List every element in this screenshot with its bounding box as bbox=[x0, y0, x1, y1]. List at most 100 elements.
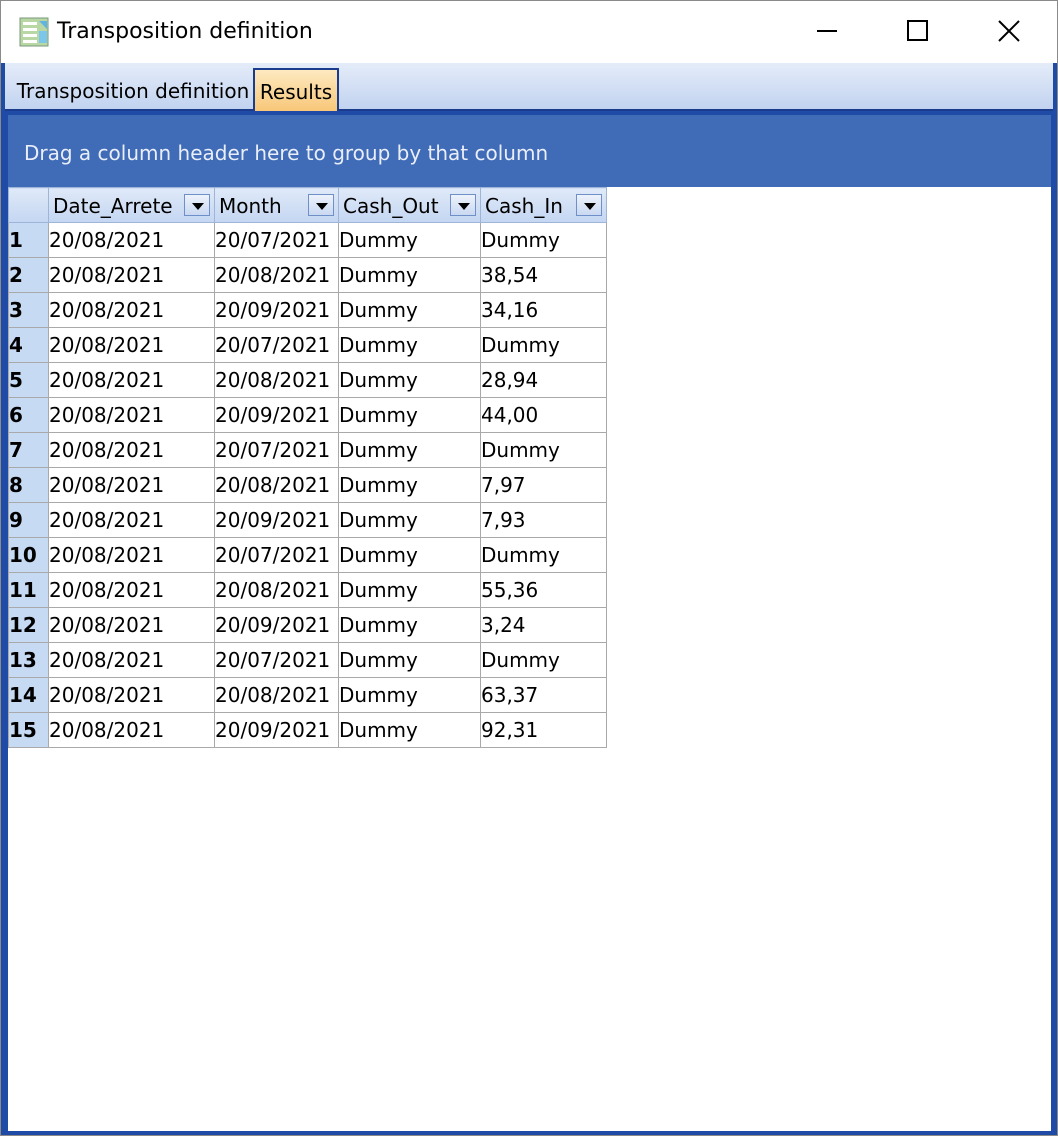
row-number[interactable]: 11 bbox=[8, 572, 49, 608]
table-cell[interactable]: 7,93 bbox=[480, 502, 607, 538]
table-cell[interactable]: 20/09/2021 bbox=[214, 292, 339, 328]
row-number[interactable]: 5 bbox=[8, 362, 49, 398]
row-number[interactable]: 8 bbox=[8, 467, 49, 503]
table-cell[interactable]: 28,94 bbox=[480, 362, 607, 398]
table-cell[interactable]: 34,16 bbox=[480, 292, 607, 328]
tab-transposition-definition[interactable]: Transposition definition bbox=[15, 71, 251, 111]
table-cell[interactable]: Dummy bbox=[338, 222, 481, 258]
table-cell[interactable]: 20/08/2021 bbox=[48, 712, 215, 748]
grid-corner[interactable] bbox=[8, 187, 49, 223]
table-cell[interactable]: 20/08/2021 bbox=[48, 572, 215, 608]
table-row[interactable]: 3 20/08/2021 20/09/2021 Dummy 34,16 bbox=[8, 292, 607, 328]
tab-results[interactable]: Results bbox=[253, 68, 339, 111]
table-row[interactable]: 2 20/08/2021 20/08/2021 Dummy 38,54 bbox=[8, 257, 607, 293]
chevron-down-icon[interactable] bbox=[450, 194, 476, 216]
table-cell[interactable]: Dummy bbox=[480, 432, 607, 468]
table-cell[interactable]: 20/08/2021 bbox=[48, 642, 215, 678]
row-number[interactable]: 12 bbox=[8, 607, 49, 643]
table-cell[interactable]: 20/08/2021 bbox=[48, 677, 215, 713]
table-cell[interactable]: Dummy bbox=[480, 537, 607, 573]
table-cell[interactable]: 20/08/2021 bbox=[48, 607, 215, 643]
table-cell[interactable]: 92,31 bbox=[480, 712, 607, 748]
table-cell[interactable]: 20/09/2021 bbox=[214, 397, 339, 433]
table-cell[interactable]: 55,36 bbox=[480, 572, 607, 608]
table-cell[interactable]: Dummy bbox=[338, 257, 481, 293]
row-number[interactable]: 15 bbox=[8, 712, 49, 748]
row-number[interactable]: 4 bbox=[8, 327, 49, 363]
column-header-date-arrete[interactable]: Date_Arrete bbox=[48, 187, 215, 223]
row-number[interactable]: 9 bbox=[8, 502, 49, 538]
table-cell[interactable]: Dummy bbox=[338, 572, 481, 608]
chevron-down-icon[interactable] bbox=[576, 194, 602, 216]
table-cell[interactable]: Dummy bbox=[338, 432, 481, 468]
table-cell[interactable]: 7,97 bbox=[480, 467, 607, 503]
table-cell[interactable]: 20/09/2021 bbox=[214, 607, 339, 643]
table-row[interactable]: 1 20/08/2021 20/07/2021 Dummy Dummy bbox=[8, 222, 607, 258]
chevron-down-icon[interactable] bbox=[308, 194, 334, 216]
table-cell[interactable]: Dummy bbox=[338, 607, 481, 643]
table-cell[interactable]: 20/08/2021 bbox=[48, 432, 215, 468]
column-header-month[interactable]: Month bbox=[214, 187, 339, 223]
row-number[interactable]: 7 bbox=[8, 432, 49, 468]
table-cell[interactable]: 20/08/2021 bbox=[214, 362, 339, 398]
table-cell[interactable]: Dummy bbox=[338, 677, 481, 713]
column-header-cash-in[interactable]: Cash_In bbox=[480, 187, 607, 223]
table-cell[interactable]: Dummy bbox=[338, 292, 481, 328]
table-cell[interactable]: 20/08/2021 bbox=[48, 292, 215, 328]
table-row[interactable]: 9 20/08/2021 20/09/2021 Dummy 7,93 bbox=[8, 502, 607, 538]
table-row[interactable]: 5 20/08/2021 20/08/2021 Dummy 28,94 bbox=[8, 362, 607, 398]
table-cell[interactable]: Dummy bbox=[480, 642, 607, 678]
table-cell[interactable]: Dummy bbox=[338, 362, 481, 398]
table-cell[interactable]: 20/08/2021 bbox=[48, 467, 215, 503]
table-cell[interactable]: 20/08/2021 bbox=[214, 257, 339, 293]
chevron-down-icon[interactable] bbox=[184, 194, 210, 216]
table-cell[interactable]: 20/08/2021 bbox=[48, 502, 215, 538]
table-cell[interactable]: 20/07/2021 bbox=[214, 642, 339, 678]
group-by-panel[interactable]: Drag a column header here to group by th… bbox=[8, 115, 1051, 187]
table-row[interactable]: 6 20/08/2021 20/09/2021 Dummy 44,00 bbox=[8, 397, 607, 433]
table-cell[interactable]: 20/08/2021 bbox=[214, 572, 339, 608]
table-cell[interactable]: 20/08/2021 bbox=[48, 327, 215, 363]
table-row[interactable]: 7 20/08/2021 20/07/2021 Dummy Dummy bbox=[8, 432, 607, 468]
table-cell[interactable]: 20/09/2021 bbox=[214, 712, 339, 748]
table-cell[interactable]: Dummy bbox=[338, 642, 481, 678]
table-cell[interactable]: 63,37 bbox=[480, 677, 607, 713]
table-cell[interactable]: Dummy bbox=[480, 222, 607, 258]
row-number[interactable]: 13 bbox=[8, 642, 49, 678]
table-row[interactable]: 11 20/08/2021 20/08/2021 Dummy 55,36 bbox=[8, 572, 607, 608]
table-cell[interactable]: 20/08/2021 bbox=[48, 362, 215, 398]
table-cell[interactable]: 20/08/2021 bbox=[214, 677, 339, 713]
table-cell[interactable]: 20/09/2021 bbox=[214, 502, 339, 538]
table-row[interactable]: 12 20/08/2021 20/09/2021 Dummy 3,24 bbox=[8, 607, 607, 643]
table-row[interactable]: 14 20/08/2021 20/08/2021 Dummy 63,37 bbox=[8, 677, 607, 713]
table-cell[interactable]: Dummy bbox=[338, 397, 481, 433]
table-cell[interactable]: 44,00 bbox=[480, 397, 607, 433]
table-cell[interactable]: Dummy bbox=[338, 712, 481, 748]
table-cell[interactable]: 20/08/2021 bbox=[214, 467, 339, 503]
table-row[interactable]: 15 20/08/2021 20/09/2021 Dummy 92,31 bbox=[8, 712, 607, 748]
table-cell[interactable]: 20/07/2021 bbox=[214, 327, 339, 363]
table-cell[interactable]: Dummy bbox=[338, 467, 481, 503]
table-cell[interactable]: Dummy bbox=[338, 537, 481, 573]
maximize-button[interactable] bbox=[871, 1, 963, 63]
table-cell[interactable]: 20/08/2021 bbox=[48, 537, 215, 573]
table-row[interactable]: 8 20/08/2021 20/08/2021 Dummy 7,97 bbox=[8, 467, 607, 503]
row-number[interactable]: 1 bbox=[8, 222, 49, 258]
table-cell[interactable]: 20/08/2021 bbox=[48, 222, 215, 258]
table-row[interactable]: 4 20/08/2021 20/07/2021 Dummy Dummy bbox=[8, 327, 607, 363]
column-header-cash-out[interactable]: Cash_Out bbox=[338, 187, 481, 223]
table-row[interactable]: 13 20/08/2021 20/07/2021 Dummy Dummy bbox=[8, 642, 607, 678]
table-cell[interactable]: 20/07/2021 bbox=[214, 537, 339, 573]
row-number[interactable]: 6 bbox=[8, 397, 49, 433]
table-cell[interactable]: Dummy bbox=[480, 327, 607, 363]
close-button[interactable] bbox=[963, 1, 1055, 63]
table-cell[interactable]: 20/07/2021 bbox=[214, 432, 339, 468]
row-number[interactable]: 3 bbox=[8, 292, 49, 328]
row-number[interactable]: 10 bbox=[8, 537, 49, 573]
table-cell[interactable]: Dummy bbox=[338, 327, 481, 363]
row-number[interactable]: 2 bbox=[8, 257, 49, 293]
minimize-button[interactable] bbox=[781, 1, 873, 63]
table-cell[interactable]: 38,54 bbox=[480, 257, 607, 293]
table-cell[interactable]: Dummy bbox=[338, 502, 481, 538]
row-number[interactable]: 14 bbox=[8, 677, 49, 713]
